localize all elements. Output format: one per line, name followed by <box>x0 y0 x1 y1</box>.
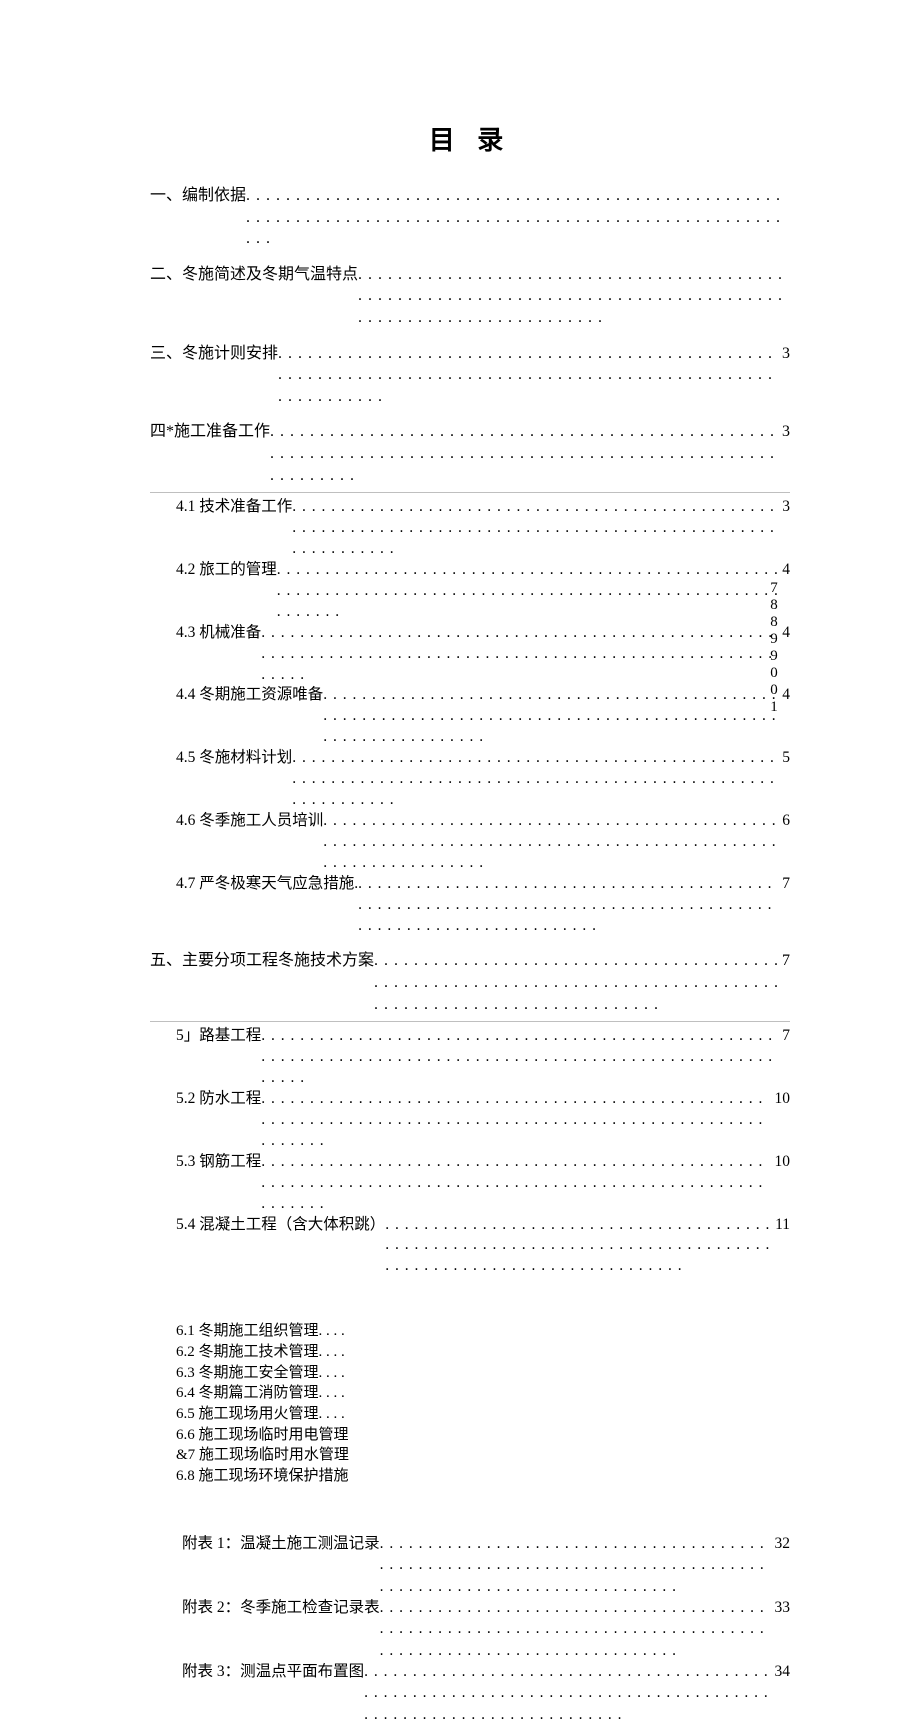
toc-page: 10 <box>773 1089 791 1110</box>
toc-leader: . . . . . . . . . . . . . . . . . . . . … <box>292 497 780 560</box>
toc-subsection-5: 5」路基工程. . . . . . . . . . . . . . . . . … <box>150 1026 790 1277</box>
toc-leader: . . . . . . . . . . . . . . . . . . . . … <box>323 811 780 874</box>
toc-appendix: 附表 1：温凝土施工测温记录. . . . . . . . . . . . . … <box>150 1533 790 1725</box>
toc-label: 4.1 技术准备工作 <box>176 497 292 518</box>
toc-page: 3 <box>780 497 790 518</box>
toc-line: 6.3 冬期施工安全管理. . . . <box>176 1363 790 1384</box>
toc-leader: . . . . . . . . . . . . . . . . . . . . … <box>278 343 780 408</box>
toc-row: 4.6 冬季施工人员培训. . . . . . . . . . . . . . … <box>176 811 790 874</box>
toc-leader: . . . . . . . . . . . . . . . . . . . . … <box>292 748 780 811</box>
toc-label: 5.2 防水工程 <box>176 1089 261 1110</box>
toc-label: 4.5 冬施材料计划 <box>176 748 292 769</box>
toc-title: 目 录 <box>150 120 790 157</box>
toc-label: 附表 1：温凝土施工测温记录 <box>182 1533 380 1554</box>
toc-subsection-4: 4.1 技术准备工作. . . . . . . . . . . . . . . … <box>150 497 790 936</box>
toc-section-2: 二、冬施简述及冬期气温特点 . . . . . . . . . . . . . … <box>150 264 790 329</box>
toc-section-1: 一、编制依据 . . . . . . . . . . . . . . . . .… <box>150 185 790 250</box>
toc-leader: . . . . . . . . . . . . . . . . . . . . … <box>261 1089 772 1152</box>
toc-leader: . . . . . . . . . . . . . . . . . . . . … <box>261 1152 772 1215</box>
toc-page: 3 <box>780 421 790 443</box>
toc-leader: . . . . . . . . . . . . . . . . . . . . … <box>358 874 780 937</box>
divider <box>150 492 790 493</box>
toc-label: 一、编制依据 <box>150 185 246 207</box>
toc-row: 三、冬施计则安排 . . . . . . . . . . . . . . . .… <box>150 343 790 408</box>
toc-leader: . . . . . . . . . . . . . . . . . . . . … <box>358 264 788 329</box>
toc-leader: . . . . . . . . . . . . . . . . . . . . … <box>277 560 780 623</box>
toc-leader: . . . . . . . . . . . . . . . . . . . . … <box>385 1215 773 1278</box>
toc-label: 4.4 冬期施工资源唯备 <box>176 685 323 706</box>
toc-label: 5.4 混凝土工程（含大体积跳） <box>176 1215 385 1236</box>
toc-line: 6.4 冬期篇工消防管理. . . . <box>176 1383 790 1404</box>
divider <box>150 1021 790 1022</box>
toc-page: 33 <box>773 1597 791 1618</box>
toc-label: 5.3 钢筋工程 <box>176 1152 261 1173</box>
toc-page: 5 <box>780 748 790 769</box>
toc-leader: . . . . . . . . . . . . . . . . . . . . … <box>246 185 788 250</box>
toc-row: 附表 2：冬季施工检查记录表. . . . . . . . . . . . . … <box>182 1597 790 1661</box>
toc-leader: . . . . . . . . . . . . . . . . . . . . … <box>323 685 780 748</box>
toc-label: 四*施工准备工作 <box>150 421 270 443</box>
toc-label: 三、冬施计则安排 <box>150 343 278 365</box>
toc-row: 5.4 混凝土工程（含大体积跳）. . . . . . . . . . . . … <box>176 1215 790 1278</box>
toc-line: &7 施工现场临时用水管理 <box>176 1445 790 1466</box>
toc-row: 5.3 钢筋工程. . . . . . . . . . . . . . . . … <box>176 1152 790 1215</box>
toc-line: 6.1 冬期施工组织管理. . . . <box>176 1321 790 1342</box>
toc-leader: . . . . . . . . . . . . . . . . . . . . … <box>270 421 780 486</box>
toc-row: 一、编制依据 . . . . . . . . . . . . . . . . .… <box>150 185 790 250</box>
toc-leader: . . . . . . . . . . . . . . . . . . . . … <box>364 1661 772 1725</box>
toc-row: 五、主要分项工程冬施技术方案 . . . . . . . . . . . . .… <box>150 950 790 1015</box>
toc-line: 6.2 冬期施工技术管理. . . . <box>176 1342 790 1363</box>
toc-line: 6.5 施工现场用火管理. . . . <box>176 1404 790 1425</box>
toc-section-4: 四*施工准备工作 . . . . . . . . . . . . . . . .… <box>150 421 790 486</box>
toc-line: 6.8 施工现场环境保护措施 <box>176 1466 790 1487</box>
vertical-number: 78899001 <box>765 580 782 716</box>
toc-row: 4.1 技术准备工作. . . . . . . . . . . . . . . … <box>176 497 790 560</box>
toc-row: 附表 3：测温点平面布置图. . . . . . . . . . . . . .… <box>182 1661 790 1725</box>
toc-row: 4.2 旅工的管理. . . . . . . . . . . . . . . .… <box>176 560 790 623</box>
toc-page: 7 <box>780 874 790 895</box>
toc-row: 二、冬施简述及冬期气温特点 . . . . . . . . . . . . . … <box>150 264 790 329</box>
toc-leader: . . . . . . . . . . . . . . . . . . . . … <box>261 623 780 686</box>
toc-row: 附表 1：温凝土施工测温记录. . . . . . . . . . . . . … <box>182 1533 790 1597</box>
toc-leader: . . . . . . . . . . . . . . . . . . . . … <box>261 1026 780 1089</box>
toc-leader: . . . . . . . . . . . . . . . . . . . . … <box>380 1533 773 1597</box>
toc-label: 五、主要分项工程冬施技术方案 <box>150 950 374 972</box>
toc-label: 二、冬施简述及冬期气温特点 <box>150 264 358 286</box>
toc-page: 32 <box>773 1533 791 1554</box>
toc-label: 附表 2：冬季施工检查记录表 <box>182 1597 380 1618</box>
toc-page: 3 <box>780 343 790 365</box>
toc-page: 6 <box>780 811 790 832</box>
toc-label: 4.7 严冬极寒天气应急措施. <box>176 874 358 895</box>
toc-page: 7 <box>780 950 790 972</box>
toc-line: 6.6 施工现场临时用电管理 <box>176 1425 790 1446</box>
toc-label: 4.3 机械准备 <box>176 623 261 644</box>
document-page: 目 录 一、编制依据 . . . . . . . . . . . . . . .… <box>0 0 920 1302</box>
toc-row: 5.2 防水工程. . . . . . . . . . . . . . . . … <box>176 1089 790 1152</box>
toc-row: 四*施工准备工作 . . . . . . . . . . . . . . . .… <box>150 421 790 486</box>
toc-page: 10 <box>773 1152 791 1173</box>
toc-row: 4.5 冬施材料计划. . . . . . . . . . . . . . . … <box>176 748 790 811</box>
toc-leader: . . . . . . . . . . . . . . . . . . . . … <box>374 950 780 1015</box>
toc-page: 4 <box>780 560 790 581</box>
toc-page: 7 <box>780 1026 790 1047</box>
toc-section-5: 五、主要分项工程冬施技术方案 . . . . . . . . . . . . .… <box>150 950 790 1015</box>
toc-page: 11 <box>773 1215 790 1236</box>
toc-leader: . . . . . . . . . . . . . . . . . . . . … <box>380 1597 773 1661</box>
toc-row: 4.4 冬期施工资源唯备. . . . . . . . . . . . . . … <box>176 685 790 748</box>
toc-label: 5」路基工程 <box>176 1026 261 1047</box>
toc-label: 4.2 旅工的管理 <box>176 560 277 581</box>
toc-row: 4.7 严冬极寒天气应急措施.. . . . . . . . . . . . .… <box>176 874 790 937</box>
toc-section-3: 三、冬施计则安排 . . . . . . . . . . . . . . . .… <box>150 343 790 408</box>
toc-label: 4.6 冬季施工人员培训 <box>176 811 323 832</box>
toc-page: 34 <box>773 1661 791 1682</box>
toc-row: 4.3 机械准备. . . . . . . . . . . . . . . . … <box>176 623 790 686</box>
toc-subsection-6: 6.1 冬期施工组织管理. . . . 6.2 冬期施工技术管理. . . . … <box>150 1321 790 1487</box>
toc-label: 附表 3：测温点平面布置图 <box>182 1661 364 1682</box>
toc-row: 5」路基工程. . . . . . . . . . . . . . . . . … <box>176 1026 790 1089</box>
